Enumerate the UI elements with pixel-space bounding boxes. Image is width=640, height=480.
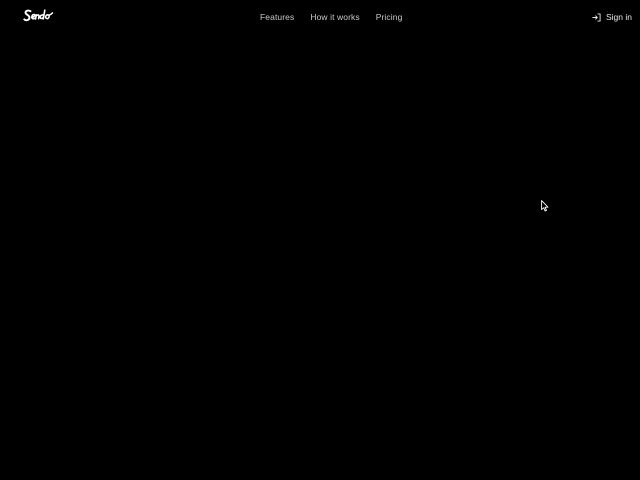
main-content-area — [0, 34, 640, 480]
sign-in-label: Sign in — [606, 12, 632, 22]
nav-link-features[interactable]: Features — [260, 12, 294, 22]
top-navigation-bar: Sendo Features How it works Pricing Sign… — [0, 0, 640, 34]
mouse-pointer-icon — [541, 200, 549, 212]
nav-link-how-it-works[interactable]: How it works — [310, 12, 359, 22]
sign-in-icon — [592, 12, 601, 22]
brand-logo-text: Sendo — [23, 26, 24, 27]
main-nav: Features How it works Pricing — [260, 0, 402, 34]
nav-link-pricing[interactable]: Pricing — [376, 12, 403, 22]
sendo-logo-icon — [23, 9, 54, 22]
sign-in-button[interactable]: Sign in — [592, 0, 632, 34]
brand-logo[interactable]: Sendo — [23, 6, 57, 26]
